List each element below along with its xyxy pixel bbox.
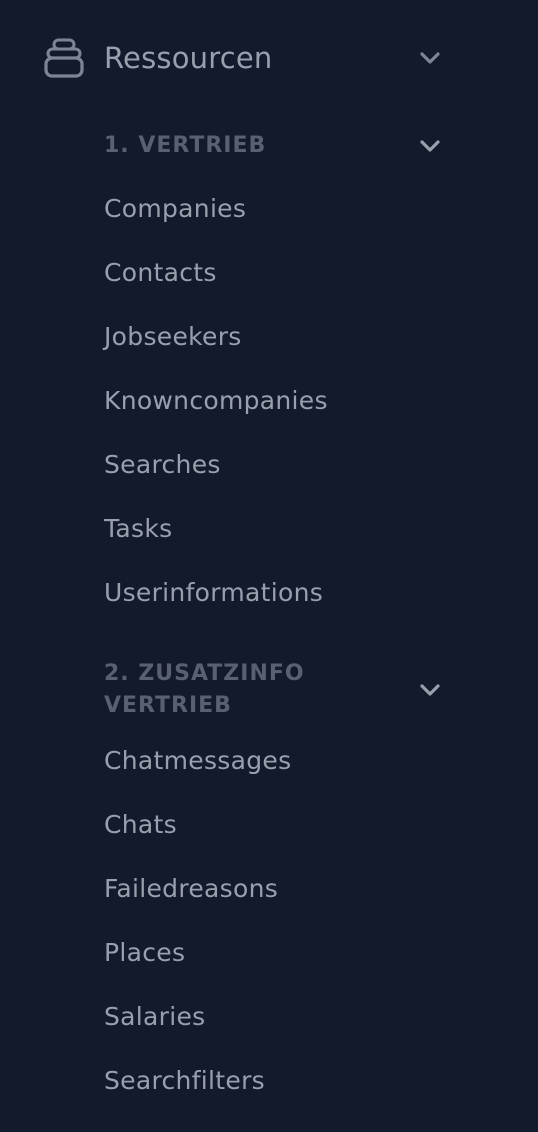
nav-link-searchfilters[interactable]: Searchfilters xyxy=(104,1061,265,1101)
group-zusatzinfo-vertrieb-header[interactable]: 2. ZUSATZINFO VERTRIEB xyxy=(104,658,440,722)
group-zusatzinfo-chevron-down-icon[interactable] xyxy=(418,678,442,702)
group-zusatzinfo-vertrieb-title: 2. ZUSATZINFO VERTRIEB xyxy=(104,661,305,718)
nav-link-userinformations[interactable]: Userinformations xyxy=(104,573,323,613)
nav-link-jobseekers[interactable]: Jobseekers xyxy=(104,317,242,357)
ressourcen-chevron-down-icon[interactable] xyxy=(418,46,442,70)
nav-link-searches[interactable]: Searches xyxy=(104,445,221,485)
nav-link-places[interactable]: Places xyxy=(104,933,185,973)
nav-link-failedreasons[interactable]: Failedreasons xyxy=(104,869,278,909)
database-stack-icon xyxy=(44,38,84,78)
group-vertrieb-header[interactable]: 1. VERTRIEB xyxy=(104,130,440,162)
nav-link-companies[interactable]: Companies xyxy=(104,189,246,229)
nav-link-chats[interactable]: Chats xyxy=(104,805,177,845)
ressourcen-section-toggle[interactable]: Ressourcen xyxy=(44,30,444,86)
nav-link-chatmessages[interactable]: Chatmessages xyxy=(104,741,291,781)
nav-link-tasks[interactable]: Tasks xyxy=(104,509,172,549)
group-vertrieb-chevron-down-icon[interactable] xyxy=(418,134,442,158)
sidebar: Ressourcen 1. VERTRIEB Companies Contact… xyxy=(0,0,538,1132)
nav-link-knowncompanies[interactable]: Knowncompanies xyxy=(104,381,328,421)
nav-link-contacts[interactable]: Contacts xyxy=(104,253,217,293)
group-vertrieb-title: 1. VERTRIEB xyxy=(104,133,267,158)
ressourcen-label: Ressourcen xyxy=(104,41,273,75)
nav-link-salaries[interactable]: Salaries xyxy=(104,997,205,1037)
